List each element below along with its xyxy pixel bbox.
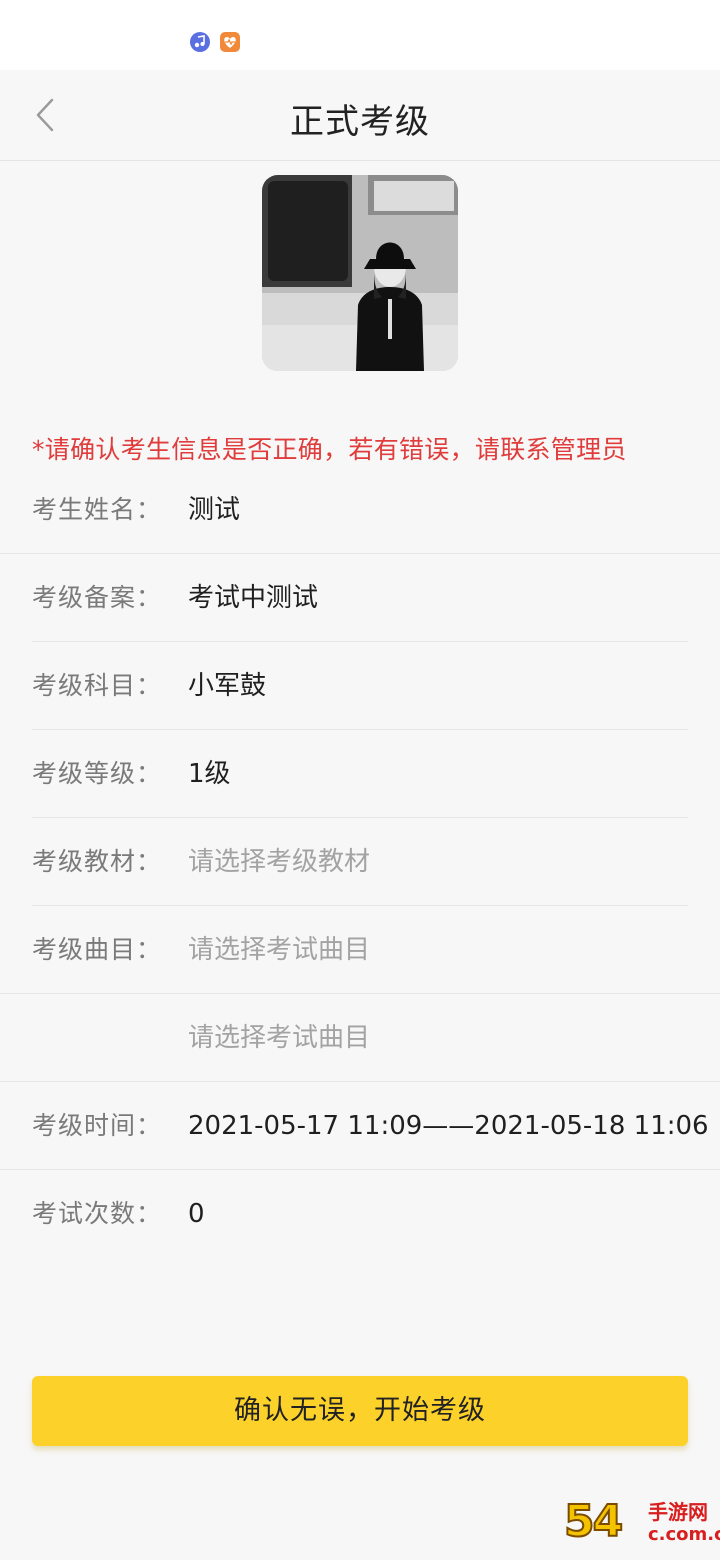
- music-app-icon: [190, 32, 210, 52]
- field-label: 考级科目：: [32, 671, 163, 700]
- row-exam-subject: 考级科目： 小军鼓: [0, 642, 720, 730]
- textbook-select[interactable]: 请选择考级教材: [188, 818, 370, 906]
- field-value: 测试: [188, 495, 241, 525]
- field-value: 小军鼓: [188, 671, 267, 701]
- field-value: 考试中测试: [188, 583, 319, 613]
- row-piece-select-2[interactable]: 请选择考试曲目: [0, 994, 720, 1082]
- piece-select-2[interactable]: 请选择考试曲目: [188, 994, 370, 1082]
- watermark-logo: 54 手游网 c.com.cn: [563, 1495, 720, 1552]
- verification-notice: *请确认考生信息是否正确，若有错误，请联系管理员: [32, 435, 627, 464]
- candidate-photo: [262, 175, 458, 371]
- nav-bar: 正式考级: [0, 70, 720, 161]
- field-label: 考级教材：: [32, 847, 163, 876]
- field-label: 考级曲目：: [32, 935, 163, 964]
- piece-select-1[interactable]: 请选择考试曲目: [188, 906, 370, 994]
- row-textbook-select[interactable]: 考级教材： 请选择考级教材: [0, 818, 720, 906]
- field-value: 2021-05-17 11:09——2021-05-18 11:06: [188, 1111, 709, 1141]
- field-label: 考试次数：: [32, 1199, 163, 1228]
- watermark-brand: 手游网: [648, 1500, 708, 1524]
- watermark-domain: c.com.cn: [648, 1524, 720, 1545]
- row-exam-registration: 考级备案： 考试中测试: [0, 554, 720, 642]
- row-exam-time: 考级时间： 2021-05-17 11:09——2021-05-18 11:06: [0, 1082, 720, 1170]
- watermark-number: 54: [563, 1495, 624, 1548]
- field-label: 考级时间：: [32, 1111, 163, 1140]
- page-title: 正式考级: [290, 102, 430, 142]
- field-label: 考级备案：: [32, 583, 163, 612]
- field-label: 考生姓名：: [32, 495, 163, 524]
- status-bar: [0, 0, 720, 70]
- health-app-icon: [220, 32, 240, 52]
- row-exam-attempts: 考试次数： 0: [0, 1170, 720, 1258]
- field-value: 0: [188, 1199, 205, 1229]
- field-value: 1级: [188, 759, 231, 789]
- row-piece-select-1[interactable]: 考级曲目： 请选择考试曲目: [0, 906, 720, 994]
- row-student-name: 考生姓名： 测试: [0, 466, 720, 554]
- confirm-start-exam-button[interactable]: 确认无误，开始考级: [32, 1376, 688, 1446]
- row-exam-level: 考级等级： 1级: [0, 730, 720, 818]
- field-label: 考级等级：: [32, 759, 163, 788]
